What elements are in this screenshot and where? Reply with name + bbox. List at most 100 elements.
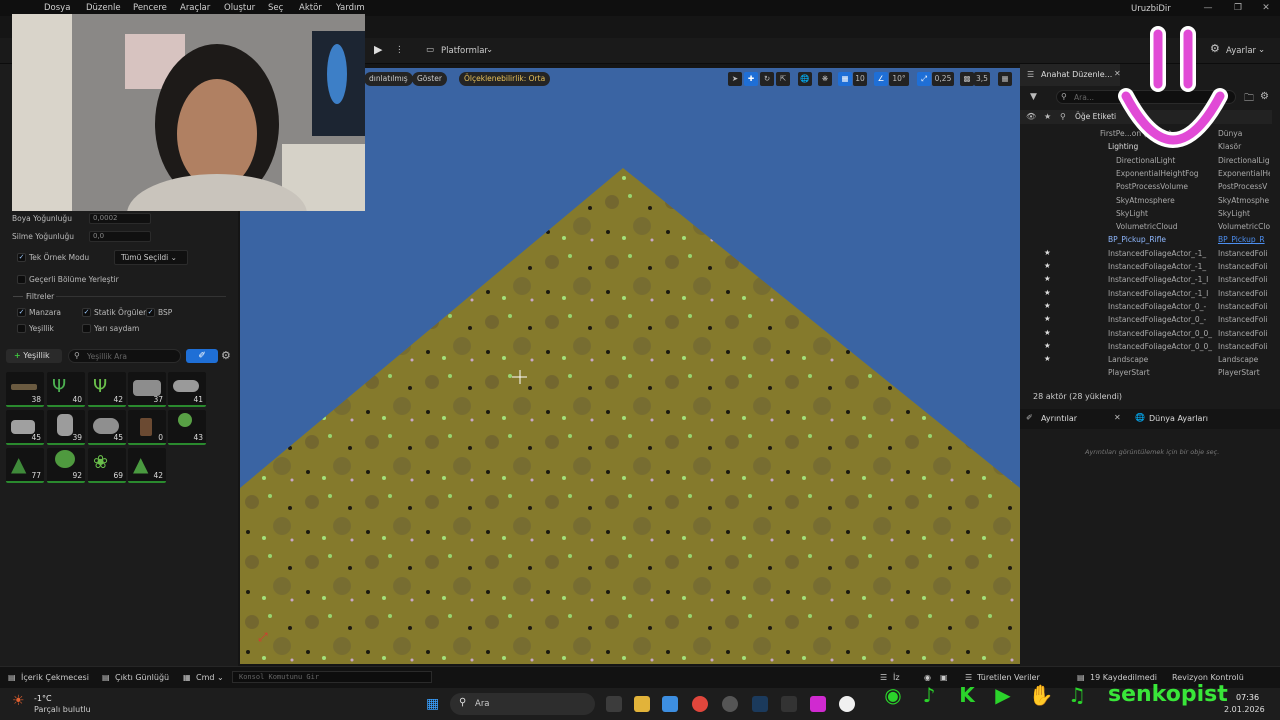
- app-icon[interactable]: [810, 696, 826, 712]
- foliage-tile[interactable]: 0: [128, 410, 166, 445]
- outliner-row[interactable]: ★ InstancedFoliageActor_-1_ InstancedFoli: [1020, 247, 1270, 260]
- platforms-button[interactable]: Platformlar: [441, 45, 488, 57]
- foliage-search-input[interactable]: ⚲ Yeşillik Ara: [68, 349, 181, 363]
- steam-icon[interactable]: [752, 696, 768, 712]
- scale-snap-icon[interactable]: ⤢: [917, 72, 931, 86]
- foliage-tile[interactable]: 45: [88, 410, 126, 445]
- tab-outliner[interactable]: ☰ Anahat Düzenle... ✕: [1020, 64, 1121, 86]
- outliner-row[interactable]: ★ InstancedFoliageActor_-1_I InstancedFoli: [1020, 273, 1270, 286]
- gear-icon[interactable]: ⚙: [221, 349, 231, 362]
- outliner-row[interactable]: ★ InstancedFoliageActor_0_0_ InstancedFoli: [1020, 340, 1270, 353]
- outliner-row[interactable]: ★ InstancedFoliageActor_0_0_ InstancedFoli: [1020, 327, 1270, 340]
- filter-translucent-checkbox[interactable]: [82, 324, 91, 333]
- foliage-tile[interactable]: 38: [6, 372, 44, 407]
- favorite-star-icon[interactable]: ★: [1044, 328, 1051, 337]
- menu-window[interactable]: Pencere: [133, 3, 167, 13]
- close-icon[interactable]: ✕: [1114, 413, 1121, 422]
- content-drawer-button[interactable]: İçerik Çekmecesi: [21, 673, 89, 682]
- favorite-star-icon[interactable]: ★: [1044, 274, 1051, 283]
- outliner-row[interactable]: DirectionalLight DirectionalLig: [1020, 154, 1270, 167]
- favorite-star-icon[interactable]: ★: [1044, 248, 1051, 257]
- outliner-row[interactable]: ExponentialHeightFog ExponentialHe: [1020, 167, 1270, 180]
- outliner-row[interactable]: ★ InstancedFoliageActor_-1_ InstancedFoli: [1020, 260, 1270, 273]
- outliner-row[interactable]: SkyAtmosphere SkyAtmosphe: [1020, 194, 1270, 207]
- foliage-tile[interactable]: 37: [128, 372, 166, 407]
- outliner-row[interactable]: SkyLight SkyLight: [1020, 207, 1270, 220]
- task-view-icon[interactable]: [606, 696, 622, 712]
- taskbar-search[interactable]: ⚲ Ara: [450, 693, 595, 715]
- gear-icon[interactable]: ⚙: [1260, 91, 1269, 102]
- file-explorer-icon[interactable]: [634, 696, 650, 712]
- play-icon[interactable]: ▶: [374, 44, 382, 56]
- unreal-engine-icon[interactable]: [839, 696, 855, 712]
- foliage-tile[interactable]: 41: [168, 372, 206, 407]
- single-instance-checkbox[interactable]: ✓: [17, 253, 26, 262]
- favorite-star-icon[interactable]: ★: [1044, 288, 1051, 297]
- epic-games-icon[interactable]: [781, 696, 797, 712]
- console-input[interactable]: Konsol Komutunu Gir: [232, 671, 432, 683]
- outliner-row[interactable]: PlayerStart PlayerStart: [1020, 366, 1270, 379]
- angle-snap-value[interactable]: 10°: [889, 72, 909, 86]
- menu-tools[interactable]: Araçlar: [180, 3, 210, 13]
- outliner-row[interactable]: ★ InstancedFoliageActor_-1_I InstancedFoli: [1020, 287, 1270, 300]
- paint-density-field[interactable]: 0,0002: [89, 213, 151, 224]
- erase-density-field[interactable]: 0,0: [89, 231, 151, 242]
- outliner-row[interactable]: VolumetricCloud VolumetricClo: [1020, 220, 1270, 233]
- select-mode-icon[interactable]: ➤: [728, 72, 742, 86]
- chrome-icon[interactable]: [692, 696, 708, 712]
- translate-icon[interactable]: ✚: [744, 72, 758, 86]
- output-log-button[interactable]: Çıktı Günlüğü: [115, 673, 169, 682]
- foliage-tile[interactable]: 45: [6, 410, 44, 445]
- place-current-level-checkbox[interactable]: [17, 275, 26, 284]
- rotate-icon[interactable]: ↻: [760, 72, 774, 86]
- angle-snap-icon[interactable]: ∠: [874, 72, 888, 86]
- tab-world-settings[interactable]: Dünya Ayarları: [1149, 414, 1208, 423]
- app-icon[interactable]: [722, 696, 738, 712]
- outliner-row[interactable]: PostProcessVolume PostProcessV: [1020, 180, 1270, 193]
- store-icon[interactable]: [662, 696, 678, 712]
- favorite-star-icon[interactable]: ★: [1044, 314, 1051, 323]
- scale-snap-value[interactable]: 0,25: [932, 72, 954, 86]
- filter-static-mesh-checkbox[interactable]: ✓: [82, 308, 91, 317]
- menu-build[interactable]: Oluştur: [224, 3, 255, 13]
- viewport-layout-icon[interactable]: ▦: [998, 72, 1012, 86]
- surface-snap-icon[interactable]: ❋: [818, 72, 832, 86]
- foliage-tile[interactable]: 43: [168, 410, 206, 445]
- grid-snap-value[interactable]: 10: [853, 72, 867, 86]
- favorite-star-icon[interactable]: ★: [1044, 301, 1051, 310]
- favorite-star-icon[interactable]: ★: [1044, 261, 1051, 270]
- menu-select[interactable]: Seç: [268, 3, 283, 13]
- favorite-star-icon[interactable]: ★: [1044, 341, 1051, 350]
- paint-brush-icon[interactable]: ✐: [186, 349, 218, 363]
- foliage-tile[interactable]: ❀ 69: [88, 448, 126, 483]
- selection-dropdown[interactable]: Tümü Seçildi ⌄: [114, 250, 188, 265]
- minimize-icon[interactable]: —: [1200, 2, 1216, 14]
- foliage-tile[interactable]: ▲ 77: [6, 448, 44, 483]
- filter-landscape-checkbox[interactable]: ✓: [17, 308, 26, 317]
- show-button[interactable]: Göster: [412, 72, 447, 86]
- favorite-star-icon[interactable]: ★: [1044, 354, 1051, 363]
- scalability-button[interactable]: Ölçeklenebilirlik: Orta: [459, 72, 551, 86]
- grid-snap-icon[interactable]: ▦: [838, 72, 852, 86]
- add-foliage-button[interactable]: + Yeşillik: [6, 349, 62, 363]
- outliner-row[interactable]: ★ Landscape Landscape: [1020, 353, 1270, 366]
- tab-details[interactable]: Ayrıntılar: [1041, 414, 1077, 423]
- world-space-icon[interactable]: 🌐: [798, 72, 812, 86]
- windows-start-icon[interactable]: ▦: [426, 696, 442, 712]
- foliage-tile[interactable]: Ψ 42: [88, 372, 126, 407]
- filter-bsp-checkbox[interactable]: ✓: [146, 308, 155, 317]
- menu-edit[interactable]: Düzenle: [86, 3, 121, 13]
- restore-icon[interactable]: ❐: [1230, 2, 1246, 14]
- foliage-tile[interactable]: Ψ 40: [47, 372, 85, 407]
- filter-foliage-checkbox[interactable]: [17, 324, 26, 333]
- foliage-tile[interactable]: ▲ 42: [128, 448, 166, 483]
- outliner-row[interactable]: ★ InstancedFoliageActor_0_- InstancedFoli: [1020, 313, 1270, 326]
- lit-mode-button[interactable]: dınlatılmış: [364, 72, 413, 86]
- outliner-row[interactable]: BP_Pickup_Rifle BP_Pickup_R: [1020, 233, 1270, 246]
- filter-icon[interactable]: ▼: [1030, 92, 1037, 102]
- menu-help[interactable]: Yardım: [336, 3, 365, 13]
- outliner-row[interactable]: ★ InstancedFoliageActor_0_- InstancedFoli: [1020, 300, 1270, 313]
- play-options-icon[interactable]: ⋮: [395, 44, 404, 56]
- menu-actor[interactable]: Aktör: [299, 3, 322, 13]
- camera-speed-value[interactable]: 3,5: [974, 72, 990, 86]
